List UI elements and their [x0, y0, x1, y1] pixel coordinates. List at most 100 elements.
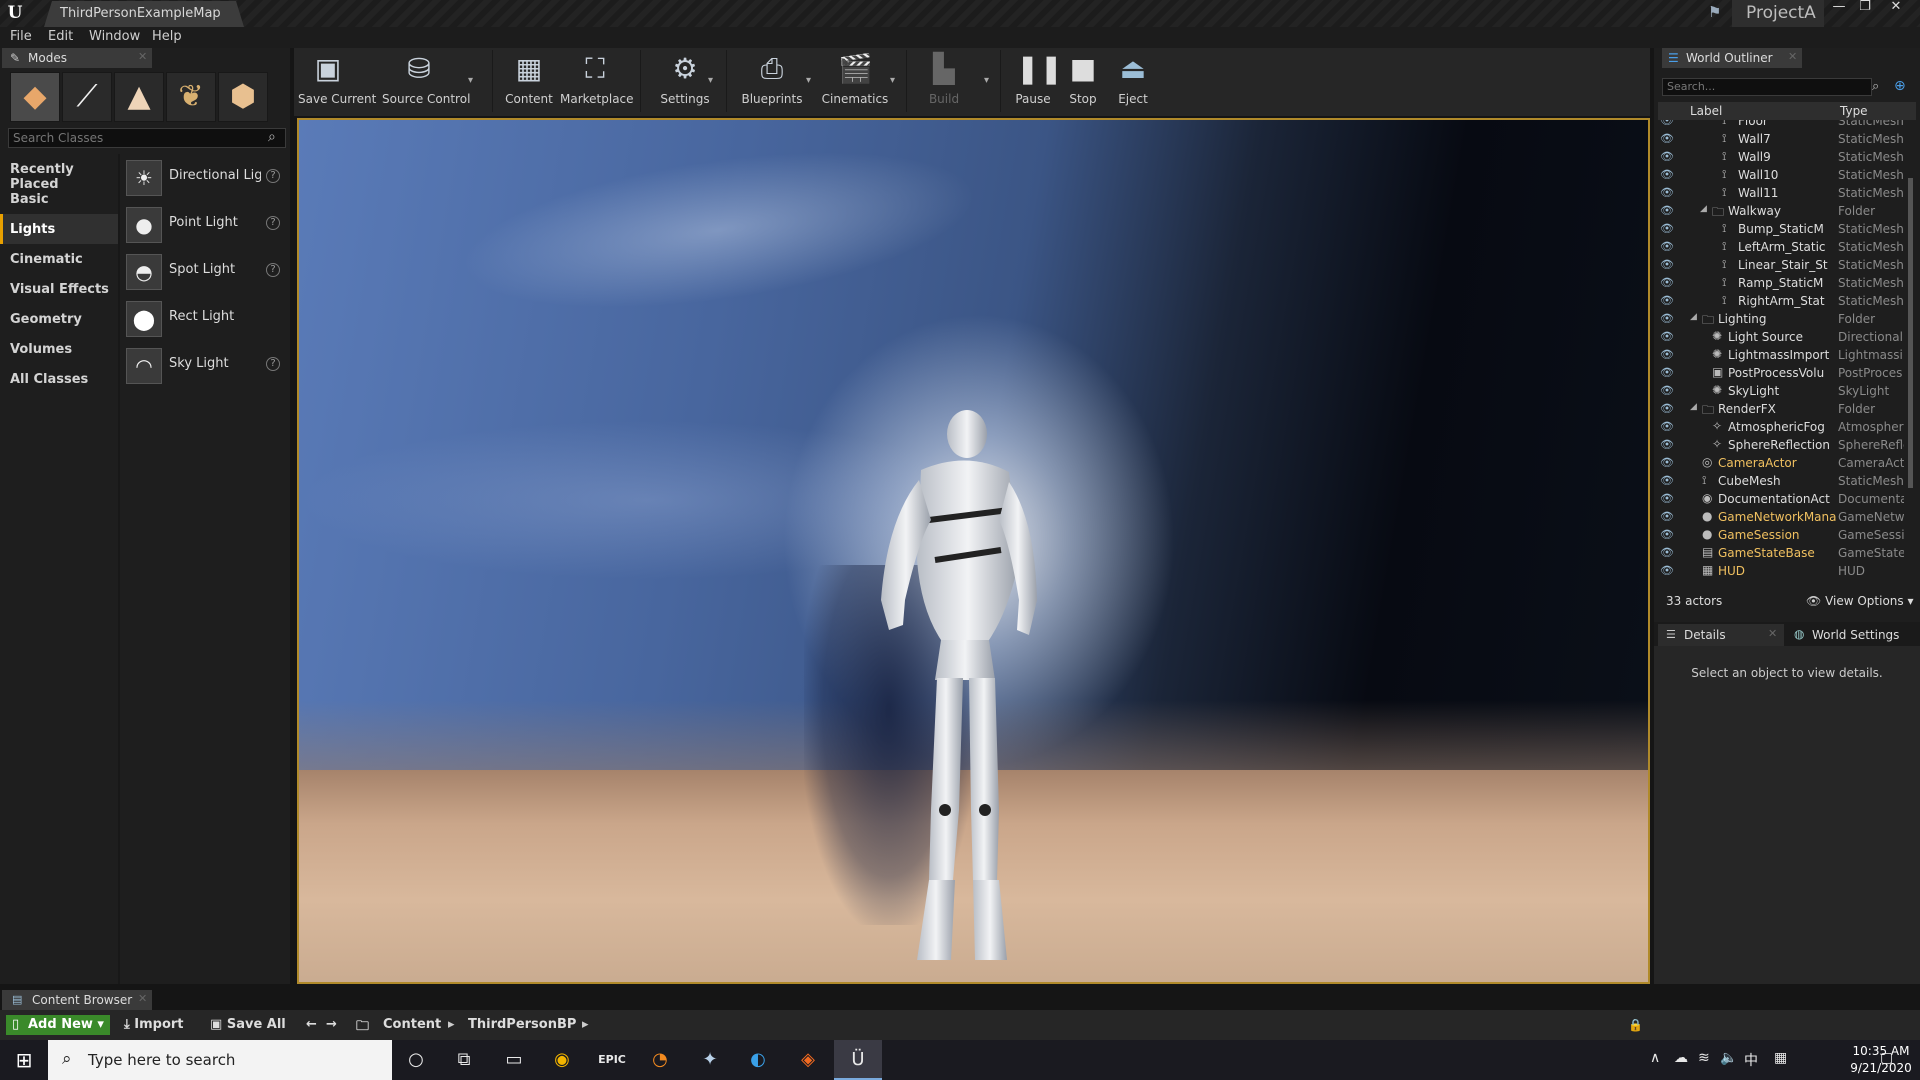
outliner-row[interactable]: 👁 ⟟ Wall9 StaticMesh [1658, 148, 1908, 166]
cinematics-button[interactable]: 🎬 Cinematics [820, 50, 890, 112]
details-tab[interactable]: ☰ Details ✕ [1658, 624, 1784, 646]
eject-button[interactable]: ⏏ Eject [1112, 50, 1154, 112]
visibility-eye-icon[interactable]: 👁 [1660, 276, 1674, 289]
pause-button[interactable]: ❚❚ Pause [1010, 50, 1063, 112]
class-item-directional-light[interactable]: ☀ Directional Light ? [124, 154, 286, 201]
source-control-button[interactable]: ⛁ Source Control [382, 50, 470, 112]
wifi-icon[interactable]: ≋ [1698, 1050, 1710, 1066]
visibility-eye-icon[interactable]: 👁 [1660, 132, 1674, 145]
visibility-eye-icon[interactable]: 👁 [1660, 402, 1674, 415]
notifications-icon[interactable]: ▢ [1880, 1050, 1893, 1066]
menu-file[interactable]: File [10, 29, 32, 44]
outliner-row[interactable]: 👁 ◎ CameraActor CameraActo [1658, 454, 1908, 472]
minimize-button[interactable]: — [1826, 0, 1852, 16]
visibility-eye-icon[interactable]: 👁 [1660, 420, 1674, 433]
visibility-eye-icon[interactable]: 👁 [1660, 150, 1674, 163]
category-all-classes[interactable]: All Classes [0, 364, 118, 394]
app-icon[interactable]: ✦ [686, 1040, 734, 1080]
breadcrumb-thirdpersonbp[interactable]: ThirdPersonBP [468, 1017, 576, 1032]
world-outliner-tab[interactable]: ☰ World Outliner ✕ [1662, 48, 1802, 68]
view-options-button[interactable]: 👁 View Options ▾ [1806, 594, 1914, 608]
close-icon[interactable]: ✕ [1768, 627, 1777, 640]
paint-mode-button[interactable]: ⟋ [62, 72, 112, 122]
level-viewport[interactable] [297, 118, 1650, 984]
category-recently-placed[interactable]: Recently Placed [0, 154, 118, 192]
landscape-mode-button[interactable]: ▲ [114, 72, 164, 122]
class-item-sky-light[interactable]: ◠ Sky Light ? [124, 342, 286, 389]
visibility-eye-icon[interactable]: 👁 [1660, 204, 1674, 217]
level-tab[interactable]: ThirdPersonExampleMap [44, 1, 244, 27]
outliner-row[interactable]: 👁 ⟟ Linear_Stair_St StaticMesh [1658, 256, 1908, 274]
column-type-header[interactable]: Type [1840, 104, 1868, 118]
visibility-eye-icon[interactable]: 👁 [1660, 474, 1674, 487]
outliner-row[interactable]: 👁 ✧ SphereReflection SphereRefle [1658, 436, 1908, 454]
outliner-folder-row[interactable]: 👁 ◢ 🗀 RenderFX Folder [1658, 400, 1908, 418]
outliner-row[interactable]: 👁 ⟟ Floor StaticMesh [1658, 120, 1908, 130]
cloud-icon[interactable]: ☁ [1674, 1050, 1688, 1066]
save-all-button[interactable]: ▣ Save All [210, 1017, 286, 1032]
task-view-icon[interactable]: ⧉ [440, 1040, 488, 1080]
content-button[interactable]: ▦ Content [504, 50, 554, 112]
visibility-eye-icon[interactable]: 👁 [1660, 168, 1674, 181]
forward-arrow-icon[interactable]: → [326, 1017, 337, 1032]
chrome-icon[interactable]: ◉ [538, 1040, 586, 1080]
edge-icon[interactable]: ◐ [734, 1040, 782, 1080]
visibility-eye-icon[interactable]: 👁 [1660, 510, 1674, 523]
outliner-row[interactable]: 👁 ⟟ RightArm_Stat StaticMesh [1658, 292, 1908, 310]
category-geometry[interactable]: Geometry [0, 304, 118, 334]
search-icon[interactable]: ⌕ [1872, 79, 1879, 94]
category-volumes[interactable]: Volumes [0, 334, 118, 364]
import-button[interactable]: ⤓ Import [124, 1017, 184, 1032]
outliner-row[interactable]: 👁 ▣ PostProcessVolu PostProces [1658, 364, 1908, 382]
build-button[interactable]: ▙ Build [918, 50, 970, 112]
category-cinematic[interactable]: Cinematic [0, 244, 118, 274]
visibility-eye-icon[interactable]: 👁 [1660, 258, 1674, 271]
outliner-row[interactable]: 👁 ▦ HUD HUD [1658, 562, 1908, 580]
outliner-row[interactable]: 👁 ⟟ Wall7 StaticMesh [1658, 130, 1908, 148]
epic-games-icon[interactable]: EPIC [588, 1040, 636, 1080]
file-explorer-icon[interactable]: ▭ [490, 1040, 538, 1080]
blueprints-button[interactable]: ⎙ Blueprints [738, 50, 806, 112]
breadcrumb-separator-icon[interactable]: ▸ [582, 1017, 589, 1032]
help-icon[interactable]: ? [266, 216, 280, 230]
search-classes-input[interactable] [8, 128, 286, 148]
breadcrumb-content[interactable]: Content [383, 1017, 441, 1032]
content-browser-tab[interactable]: ▤ Content Browser ✕ [2, 990, 152, 1010]
outliner-row[interactable]: 👁 ✺ Light Source DirectionalL [1658, 328, 1908, 346]
outliner-row[interactable]: 👁 ● GameSession GameSessio [1658, 526, 1908, 544]
add-folder-icon[interactable]: ⊕ [1894, 78, 1906, 94]
outliner-row[interactable]: 👁 ● GameNetworkManaGameNetwo [1658, 508, 1908, 526]
visibility-eye-icon[interactable]: 👁 [1660, 546, 1674, 559]
visibility-eye-icon[interactable]: 👁 [1660, 438, 1674, 451]
visibility-eye-icon[interactable]: 👁 [1660, 348, 1674, 361]
windows-start-button[interactable]: ⊞ [0, 1040, 48, 1080]
outliner-row[interactable]: 👁 ✧ AtmosphericFog Atmospheri [1658, 418, 1908, 436]
visibility-eye-icon[interactable]: 👁 [1660, 312, 1674, 325]
close-icon[interactable]: ✕ [138, 50, 147, 63]
outliner-row[interactable]: 👁 ◉ DocumentationAct Documenta [1658, 490, 1908, 508]
menu-edit[interactable]: Edit [48, 29, 73, 44]
place-mode-button[interactable]: ◆ [10, 72, 60, 122]
visibility-eye-icon[interactable]: 👁 [1660, 120, 1674, 127]
close-icon[interactable]: ✕ [138, 992, 147, 1005]
visibility-eye-icon[interactable]: 👁 [1660, 564, 1674, 577]
column-label-header[interactable]: Label [1690, 104, 1722, 118]
visibility-eye-icon[interactable]: 👁 [1660, 456, 1674, 469]
expand-arrow-icon[interactable]: ◢ [1690, 312, 1697, 322]
visibility-eye-icon[interactable]: 👁 [1660, 528, 1674, 541]
category-lights[interactable]: Lights [0, 214, 118, 244]
class-item-spot-light[interactable]: ◓ Spot Light ? [124, 248, 286, 295]
class-item-point-light[interactable]: ● Point Light ? [124, 201, 286, 248]
foliage-mode-button[interactable]: ❦ [166, 72, 216, 122]
lock-icon[interactable]: 🔒 [1628, 1018, 1643, 1032]
chevron-down-icon[interactable]: ▾ [806, 75, 811, 86]
chevron-up-icon[interactable]: ∧ [1650, 1050, 1660, 1066]
outliner-row[interactable]: 👁 ▤ GameStateBase GameStateE [1658, 544, 1908, 562]
chevron-down-icon[interactable]: ▾ [708, 75, 713, 86]
outliner-row[interactable]: 👁 ⟟ Bump_StaticM StaticMesh [1658, 220, 1908, 238]
visibility-eye-icon[interactable]: 👁 [1660, 384, 1674, 397]
menu-window[interactable]: Window [89, 29, 140, 44]
back-arrow-icon[interactable]: ← [306, 1017, 317, 1032]
maximize-button[interactable]: ❐ [1852, 0, 1878, 16]
chevron-down-icon[interactable]: ▾ [890, 75, 895, 86]
